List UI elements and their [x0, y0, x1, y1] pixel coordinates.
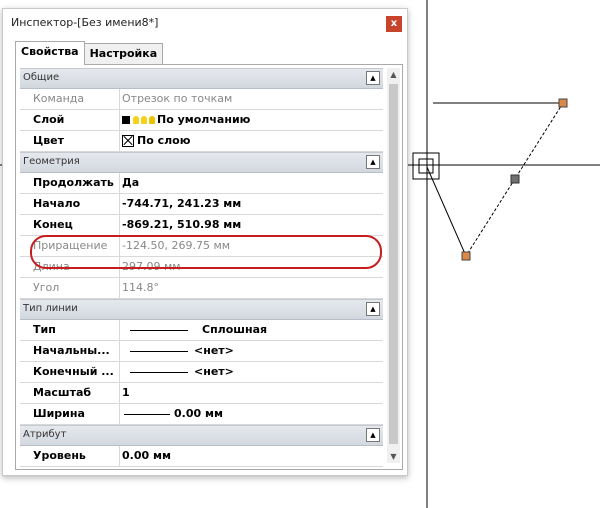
property-name: Конечный ...	[20, 362, 120, 382]
bulb-icon	[133, 116, 139, 124]
category-general[interactable]: Общие ▲	[20, 68, 383, 89]
property-row-continue[interactable]: Продолжать Да	[20, 173, 383, 194]
property-value: По умолчанию	[157, 113, 251, 126]
property-name: Масштаб	[20, 383, 120, 403]
property-value: <нет>	[194, 344, 234, 357]
grip-endpoint-bottom[interactable]	[461, 251, 471, 261]
close-icon[interactable]: x	[386, 16, 402, 32]
property-name: Команда	[20, 89, 120, 109]
category-label: Общие	[23, 72, 60, 83]
property-value: 297.09 мм	[122, 260, 181, 273]
solid-line-preview-icon	[130, 329, 188, 331]
collapse-icon[interactable]: ▲	[366, 428, 380, 442]
property-row-level[interactable]: Уровень 0.00 мм	[20, 446, 383, 467]
property-name: Продолжать	[20, 173, 120, 193]
property-row-start[interactable]: Начало -744.71, 241.23 мм	[20, 194, 383, 215]
property-value: 114.8°	[122, 281, 159, 294]
vertical-scrollbar[interactable]: ▲ ▼	[387, 68, 400, 463]
inspector-window[interactable]: Инспектор-[Без имени8*] x Свойства Настр…	[2, 8, 408, 476]
property-row-layer[interactable]: Слой По умолчанию	[20, 110, 383, 131]
property-name: Длина	[20, 257, 120, 277]
property-value: Сплошная	[202, 323, 268, 336]
property-row-end-arrow[interactable]: Конечный ... <нет>	[20, 362, 383, 383]
property-name: Уровень	[20, 446, 120, 466]
window-title: Инспектор-[Без имени8*]	[11, 15, 159, 29]
category-label: Тип линии	[23, 303, 78, 314]
property-name: Ширина	[20, 404, 120, 424]
property-row-angle[interactable]: Угол 114.8°	[20, 278, 383, 299]
property-row-command[interactable]: Команда Отрезок по точкам	[20, 89, 383, 110]
crossbox-icon	[122, 135, 134, 147]
grip-endpoint-top-right[interactable]	[558, 98, 568, 108]
property-row-end[interactable]: Конец -869.21, 510.98 мм	[20, 215, 383, 236]
property-row-color[interactable]: Цвет По слою	[20, 131, 383, 152]
property-value: Да	[122, 176, 140, 189]
collapse-icon[interactable]: ▲	[366, 155, 380, 169]
property-row-scale[interactable]: Масштаб 1	[20, 383, 383, 404]
property-grid-frame: Общие ▲ Команда Отрезок по точкам Слой П…	[15, 64, 403, 470]
property-row-width[interactable]: Ширина 0.00 мм	[20, 404, 383, 425]
property-name: Слой	[20, 110, 120, 130]
grip-midpoint[interactable]	[510, 174, 520, 184]
collapse-icon[interactable]: ▲	[366, 71, 380, 85]
line-width-preview-icon	[124, 413, 170, 415]
cursor-pickbox-inner	[418, 158, 434, 174]
cursor-pickbox	[412, 152, 440, 180]
property-name: Цвет	[20, 131, 120, 151]
layer-color-swatch-icon	[122, 116, 130, 124]
arrow-line-preview-icon	[130, 371, 188, 373]
property-value: <нет>	[194, 365, 234, 378]
property-value: По слою	[137, 134, 191, 147]
tab-settings[interactable]: Настройка	[83, 43, 164, 64]
property-name: Приращение	[20, 236, 120, 256]
property-value: -869.21, 510.98 мм	[122, 218, 242, 231]
scrollbar-thumb[interactable]	[389, 84, 398, 444]
scroll-down-icon[interactable]: ▼	[387, 450, 400, 463]
property-value: -744.71, 241.23 мм	[122, 197, 242, 210]
property-value: Отрезок по точкам	[122, 92, 233, 105]
bulb-icon	[149, 116, 155, 124]
property-name: Начальны...	[20, 341, 120, 361]
collapse-icon[interactable]: ▲	[366, 302, 380, 316]
property-row-start-arrow[interactable]: Начальны... <нет>	[20, 341, 383, 362]
bulb-icon	[141, 116, 147, 124]
category-attribute[interactable]: Атрибут ▲	[20, 425, 383, 446]
category-linetype[interactable]: Тип линии ▲	[20, 299, 383, 320]
property-row-length[interactable]: Длина 297.09 мм	[20, 257, 383, 278]
category-label: Атрибут	[23, 429, 67, 440]
arrow-line-preview-icon	[130, 350, 188, 352]
category-label: Геометрия	[23, 156, 80, 167]
property-row-increment[interactable]: Приращение -124.50, 269.75 мм	[20, 236, 383, 257]
inspector-titlebar[interactable]: Инспектор-[Без имени8*]	[3, 9, 407, 35]
property-grid: Общие ▲ Команда Отрезок по точкам Слой П…	[20, 68, 383, 467]
property-name: Начало	[20, 194, 120, 214]
property-name: Тип	[20, 320, 120, 340]
existing-line-solid[interactable]	[426, 166, 467, 257]
property-value: -124.50, 269.75 мм	[122, 239, 231, 252]
category-geometry[interactable]: Геометрия ▲	[20, 152, 383, 173]
scroll-up-icon[interactable]: ▲	[387, 68, 400, 81]
property-name: Угол	[20, 278, 120, 298]
tab-properties[interactable]: Свойства	[15, 41, 85, 65]
tab-bar: Свойства Настройка	[15, 41, 164, 65]
property-row-linetype[interactable]: Тип Сплошная	[20, 320, 383, 341]
property-value: 0.00 мм	[174, 407, 223, 420]
property-value: 0.00 мм	[122, 449, 171, 462]
property-value: 1	[122, 386, 130, 399]
property-name: Конец	[20, 215, 120, 235]
